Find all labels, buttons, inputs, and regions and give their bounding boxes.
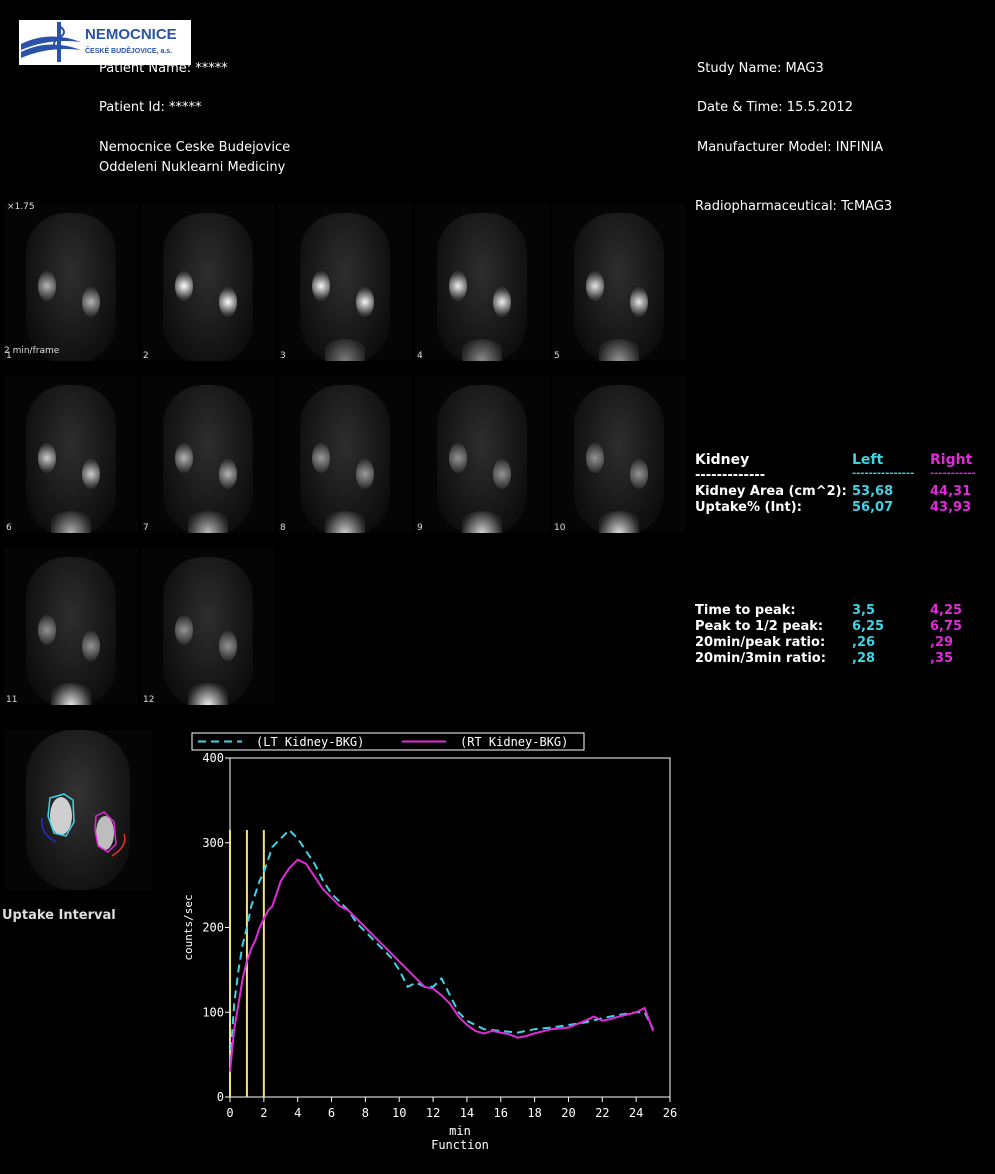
scan-frame: 4 bbox=[415, 203, 549, 361]
x-tick-label: 10 bbox=[392, 1106, 406, 1120]
timing-row-label: Peak to 1/2 peak: bbox=[695, 619, 824, 634]
metric-row-left: 56,07 bbox=[852, 500, 894, 515]
x-tick-label: 16 bbox=[494, 1106, 508, 1120]
table-divider-right: ----------- bbox=[930, 468, 976, 479]
scan-frame: 10 bbox=[552, 375, 686, 533]
scan-frame: 1 bbox=[4, 203, 138, 361]
timing-row-left: ,26 bbox=[852, 635, 876, 650]
timing-row-left: ,28 bbox=[852, 651, 876, 666]
x-tick-label: 6 bbox=[328, 1106, 335, 1120]
timing-row-right: ,35 bbox=[930, 651, 954, 666]
x-tick-label: 0 bbox=[226, 1106, 233, 1120]
frame-number-label: 3 bbox=[280, 351, 286, 361]
table-divider-kidney: ------------- bbox=[695, 468, 766, 483]
x-tick-label: 8 bbox=[362, 1106, 369, 1120]
y-tick-label: 0 bbox=[217, 1090, 224, 1104]
timing-row-left: 3,5 bbox=[852, 603, 876, 618]
frame-number-label: 7 bbox=[143, 523, 149, 533]
x-tick-label: 12 bbox=[426, 1106, 440, 1120]
frame-number-label: 6 bbox=[6, 523, 12, 533]
scan-frame: 2 bbox=[141, 203, 275, 361]
timing-row-label: 20min/peak ratio: bbox=[695, 635, 826, 650]
table-header-right: Right bbox=[930, 452, 973, 468]
timing-row-label: Time to peak: bbox=[695, 603, 796, 618]
y-tick-label: 400 bbox=[202, 751, 224, 765]
scan-frame: 7 bbox=[141, 375, 275, 533]
frame-number-label: 5 bbox=[554, 351, 560, 361]
frame-number-label: 11 bbox=[6, 695, 18, 705]
x-axis-label: min bbox=[449, 1124, 471, 1138]
x-tick-label: 2 bbox=[260, 1106, 267, 1120]
x-tick-label: 22 bbox=[595, 1106, 609, 1120]
frame-number-label: 4 bbox=[417, 351, 423, 361]
metric-row-right: 43,93 bbox=[930, 500, 972, 515]
timing-row-right: 6,75 bbox=[930, 619, 963, 634]
scan-frame: 3 bbox=[278, 203, 412, 361]
renogram-svg: 0 2 4 6 8 10 12 14 16 18 20 22 24 260100200300400minF… bbox=[182, 732, 677, 1152]
right-bkg-roi bbox=[111, 833, 126, 857]
hospital-logo: NEMOCNICE ČESKÉ BUDĚJOVICE, a.s. bbox=[19, 20, 191, 65]
renogram-chart: 0 2 4 6 8 10 12 14 16 18 20 22 24 26 0 100 200 300 400 min F… bbox=[170, 730, 690, 1164]
legend-label: (RT Kidney-BKG) bbox=[460, 735, 568, 749]
x-tick-label: 4 bbox=[294, 1106, 301, 1120]
study-name: Study Name: MAG3 bbox=[697, 61, 824, 76]
zoom-label: ×1.75 bbox=[7, 202, 35, 212]
scan-frame: 5 bbox=[552, 203, 686, 361]
patient-id: Patient Id: ***** bbox=[99, 100, 202, 115]
metric-row-label: Kidney Area (cm^2): bbox=[695, 484, 847, 499]
y-tick-label: 200 bbox=[202, 921, 224, 935]
frame-number-label: 10 bbox=[554, 523, 566, 533]
timing-row-right: 4,25 bbox=[930, 603, 963, 618]
table-divider-left: --------------- bbox=[852, 468, 915, 479]
right-kidney-curve bbox=[229, 858, 655, 1072]
timing-row-left: 6,25 bbox=[852, 619, 885, 634]
y-tick-label: 100 bbox=[202, 1005, 224, 1019]
frame-number-label: 12 bbox=[143, 695, 155, 705]
table-header-kidney: Kidney bbox=[695, 452, 750, 468]
frame-rate-label: 2 min/frame bbox=[4, 346, 60, 356]
x-tick-label: 20 bbox=[561, 1106, 575, 1120]
logo-text: NEMOCNICE bbox=[85, 26, 177, 43]
chart-caption: Function bbox=[431, 1138, 489, 1152]
logo-subtext: ČESKÉ BUDĚJOVICE, a.s. bbox=[85, 48, 173, 55]
hospital-name: Nemocnice Ceske Budejovice bbox=[99, 140, 291, 155]
frame-number-label: 9 bbox=[417, 523, 423, 533]
y-axis-label: counts/sec bbox=[182, 894, 195, 960]
metric-row-label: Uptake% (Int): bbox=[695, 500, 802, 515]
x-tick-label: 18 bbox=[527, 1106, 541, 1120]
timing-row-label: 20min/3min ratio: bbox=[695, 651, 826, 666]
legend-label: (LT Kidney-BKG) bbox=[256, 735, 364, 749]
manufacturer-model: Manufacturer Model: INFINIA bbox=[697, 140, 884, 155]
scan-frame: 11 bbox=[4, 547, 138, 705]
uptake-interval-label: Uptake Interval bbox=[2, 908, 116, 923]
scan-frame: 12 bbox=[141, 547, 275, 705]
frame-number-label: 8 bbox=[280, 523, 286, 533]
patient-name: Patient Name: ***** bbox=[99, 61, 228, 76]
roi-outlines bbox=[41, 793, 126, 857]
department-name: Oddeleni Nuklearni Mediciny bbox=[99, 160, 286, 175]
metric-row-right: 44,31 bbox=[930, 484, 972, 499]
y-tick-label: 300 bbox=[202, 836, 224, 850]
date-time: Date & Time: 15.5.2012 bbox=[697, 100, 853, 115]
scan-frame: 6 bbox=[4, 375, 138, 533]
radiopharmaceutical: Radiopharmaceutical: TcMAG3 bbox=[695, 199, 893, 214]
timing-row-right: ,29 bbox=[930, 635, 954, 650]
table-header-left: Left bbox=[852, 452, 884, 468]
frame-number-label: 2 bbox=[143, 351, 149, 361]
scan-frame: 8 bbox=[278, 375, 412, 533]
x-tick-label: 24 bbox=[629, 1106, 643, 1120]
scan-frame: 9 bbox=[415, 375, 549, 533]
x-tick-label: 14 bbox=[460, 1106, 474, 1120]
roi-image bbox=[4, 730, 152, 890]
x-tick-label: 26 bbox=[663, 1106, 677, 1120]
metric-row-left: 53,68 bbox=[852, 484, 894, 499]
plot-frame bbox=[229, 757, 671, 1098]
